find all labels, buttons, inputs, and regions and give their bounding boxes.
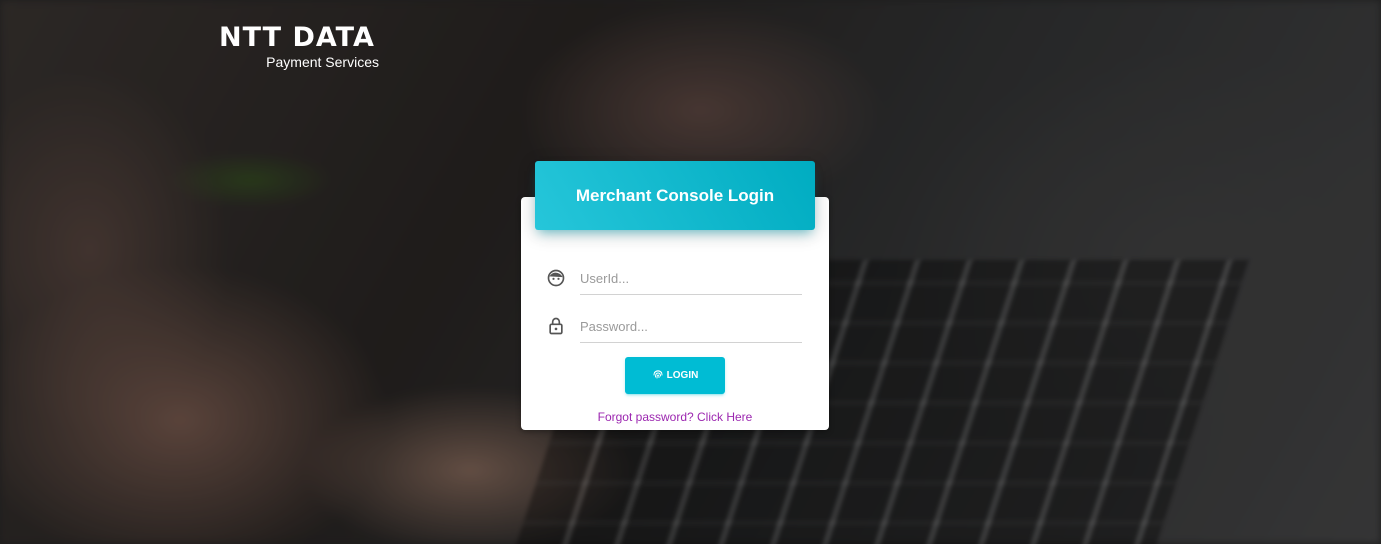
fingerprint-icon	[652, 368, 664, 383]
login-button-label: LOGIN	[666, 370, 699, 381]
brand-name: NTT DATA	[219, 22, 375, 53]
login-card-header: Merchant Console Login	[535, 161, 815, 230]
login-page: NTT DATA Payment Services Merchant Conso…	[0, 0, 1381, 544]
brand-logo: NTT DATA Payment Services	[219, 22, 379, 71]
password-field	[546, 311, 802, 343]
login-button[interactable]: LOGIN	[625, 357, 725, 394]
lock-icon	[546, 316, 566, 336]
userid-input[interactable]	[580, 263, 802, 295]
password-input[interactable]	[580, 311, 802, 343]
forgot-password-link[interactable]: Forgot password? Click Here	[521, 410, 829, 424]
brand-tagline: Payment Services	[266, 54, 379, 70]
userid-field	[546, 263, 802, 295]
face-icon	[546, 268, 566, 288]
login-title: Merchant Console Login	[575, 185, 775, 205]
